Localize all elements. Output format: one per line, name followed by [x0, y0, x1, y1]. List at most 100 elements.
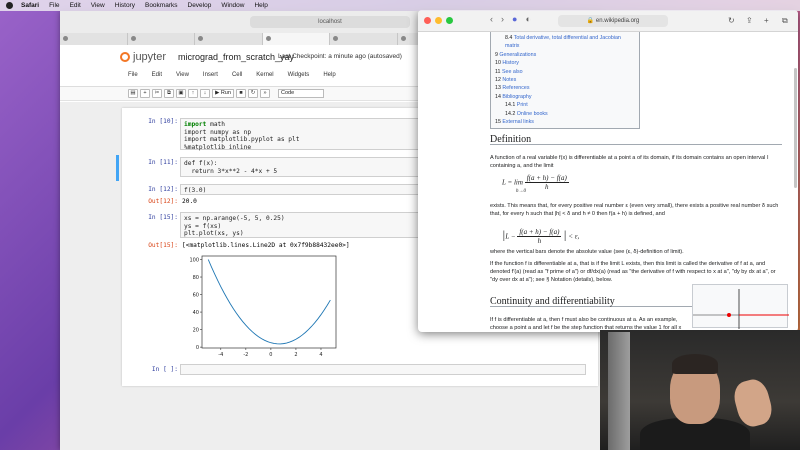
browser-tab-active[interactable] — [262, 33, 330, 45]
toc-item[interactable]: 13 References — [495, 84, 635, 92]
toc-item[interactable]: 14 Bibliography — [495, 93, 635, 101]
code-editor[interactable] — [180, 364, 586, 375]
code-line: math — [210, 121, 225, 128]
inequality-denominator: h — [537, 237, 542, 246]
y-tick-label: 80 — [193, 275, 199, 281]
menubar-item-develop[interactable]: Develop — [188, 2, 212, 9]
jupyter-menu: File Edit View Insert Cell Kernel Widget… — [128, 72, 350, 78]
toc-item[interactable]: 15 External links — [495, 118, 635, 126]
abs-bar: | — [563, 227, 567, 242]
nav-buttons: ‹ › ● ◐ — [490, 14, 539, 24]
toc-link[interactable]: Notes — [502, 77, 516, 83]
browser-tab[interactable] — [127, 33, 195, 45]
interrupt-button[interactable]: ■ — [236, 89, 246, 98]
inequality-formula: |L − f(a + h) − f(a) h | < ε, — [502, 227, 580, 246]
move-down-button[interactable]: ↓ — [200, 89, 210, 98]
jupyter-menu-file[interactable]: File — [128, 72, 138, 78]
code-line: return 3*x**2 - 4*x + 5 — [184, 167, 278, 175]
cell-type-select[interactable]: Code — [278, 89, 324, 98]
favicon-icon — [130, 36, 136, 41]
favicon-icon — [333, 36, 338, 41]
move-up-button[interactable]: ↑ — [188, 89, 198, 98]
restart-run-all-button[interactable]: » — [260, 89, 270, 98]
jupyter-menu-widgets[interactable]: Widgets — [288, 72, 310, 78]
safari-toolbar: ‹ › ● ◐ 🔒 en.wikipedia.org ↻ ⇪ + ⧉ — [418, 10, 798, 32]
x-tick-label: 0 — [269, 352, 272, 358]
x-tick-label: -2 — [243, 352, 248, 358]
scrollbar[interactable] — [794, 68, 797, 188]
reload-icon[interactable]: ↻ — [728, 16, 738, 26]
toc-link[interactable]: Bibliography — [502, 94, 531, 100]
menubar-item-bookmarks[interactable]: Bookmarks — [145, 2, 178, 9]
menubar-item-history[interactable]: History — [115, 2, 135, 9]
jupyter-menu-edit[interactable]: Edit — [152, 72, 162, 78]
favicon-icon — [198, 36, 203, 41]
toc-item[interactable]: 14.1 Print — [495, 101, 635, 109]
jupyter-menu-view[interactable]: View — [176, 72, 189, 78]
cut-button[interactable]: ✂ — [152, 89, 162, 98]
favicon-icon — [265, 36, 271, 41]
share-icon[interactable]: ⇪ — [746, 16, 756, 26]
code-cell-empty[interactable]: In [ ]: — [122, 364, 598, 378]
definition-heading: Definition — [490, 134, 782, 146]
jupyter-logo[interactable]: jupyter — [120, 51, 166, 63]
privacy-shield-icon[interactable]: ◐ — [525, 14, 530, 24]
browser-tab[interactable] — [330, 33, 398, 45]
limit-fraction: f(a + h) − f(a) h — [524, 174, 569, 191]
save-button[interactable]: ▤ — [128, 89, 138, 98]
new-tab-icon[interactable]: + — [764, 16, 774, 26]
absolute-value-paragraph: where the vertical bars denote the absol… — [490, 249, 684, 255]
toc-item[interactable]: 8.4 Total derivative, total differential… — [495, 34, 635, 51]
menubar-item-window[interactable]: Window — [221, 2, 244, 9]
copy-button[interactable]: ⧉ — [164, 89, 174, 98]
zoom-window-icon[interactable] — [446, 17, 453, 24]
toc-item[interactable]: 14.2 Online books — [495, 110, 635, 118]
minimize-window-icon[interactable] — [435, 17, 442, 24]
arrow-down-icon: ↓ — [203, 90, 207, 96]
y-tick-label: 40 — [193, 310, 199, 316]
apple-icon[interactable] — [6, 2, 13, 9]
address-bar[interactable]: 🔒 en.wikipedia.org — [558, 15, 668, 27]
toc-link[interactable]: References — [502, 85, 529, 91]
tab-overview-icon[interactable]: ⧉ — [782, 16, 792, 26]
menubar-item-help[interactable]: Help — [254, 2, 267, 9]
paste-button[interactable]: ▣ — [176, 89, 186, 98]
browser-tab[interactable] — [195, 33, 263, 45]
restart-button[interactable]: ↻ — [248, 89, 258, 98]
toc-item[interactable]: 11 See also — [495, 68, 635, 76]
address-bar[interactable]: localhost — [250, 16, 410, 28]
forward-icon[interactable]: › — [501, 14, 504, 24]
toc-link[interactable]: External links — [502, 119, 534, 125]
cell-output: 20.0 — [182, 198, 197, 205]
menubar-app-name[interactable]: Safari — [21, 2, 39, 9]
run-button[interactable]: ▶ Run — [212, 89, 234, 98]
jupyter-menu-help[interactable]: Help — [323, 72, 335, 78]
notebook-title[interactable]: micrograd_from_scratch_yay — [178, 52, 294, 62]
extension-icon[interactable]: ● — [512, 14, 517, 24]
copy-icon: ⧉ — [167, 90, 171, 96]
close-window-icon[interactable] — [424, 17, 431, 24]
menubar-item-edit[interactable]: Edit — [70, 2, 81, 9]
toc-item[interactable]: 12 Notes — [495, 76, 635, 84]
insert-cell-button[interactable]: + — [140, 89, 150, 98]
menubar-item-view[interactable]: View — [91, 2, 105, 9]
back-icon[interactable]: ‹ — [490, 14, 493, 24]
toc-link[interactable]: Online books — [517, 111, 548, 117]
input-prompt: In [10]: — [148, 118, 178, 125]
toc-item[interactable]: 9 Generalizations — [495, 51, 635, 59]
jupyter-menu-cell[interactable]: Cell — [232, 72, 242, 78]
toc-link[interactable]: History — [502, 60, 518, 66]
toc-link[interactable]: Generalizations — [499, 52, 536, 58]
menubar-item-file[interactable]: File — [49, 2, 59, 9]
limit-lhs: L = lim — [502, 178, 523, 187]
toc-number: 8.4 — [505, 35, 514, 41]
jupyter-menu-insert[interactable]: Insert — [203, 72, 218, 78]
jupyter-menu-kernel[interactable]: Kernel — [256, 72, 273, 78]
toc-link[interactable]: Print — [517, 102, 528, 108]
step-function-thumbnail[interactable] — [692, 284, 789, 329]
browser-tab[interactable] — [60, 33, 128, 45]
cell-output: [<matplotlib.lines.Line2D at 0x7f9b88432… — [182, 242, 350, 249]
toc-item[interactable]: 10 History — [495, 59, 635, 67]
toc-link[interactable]: Total derivative, total differential and… — [505, 35, 621, 49]
toc-link[interactable]: See also — [502, 69, 523, 75]
